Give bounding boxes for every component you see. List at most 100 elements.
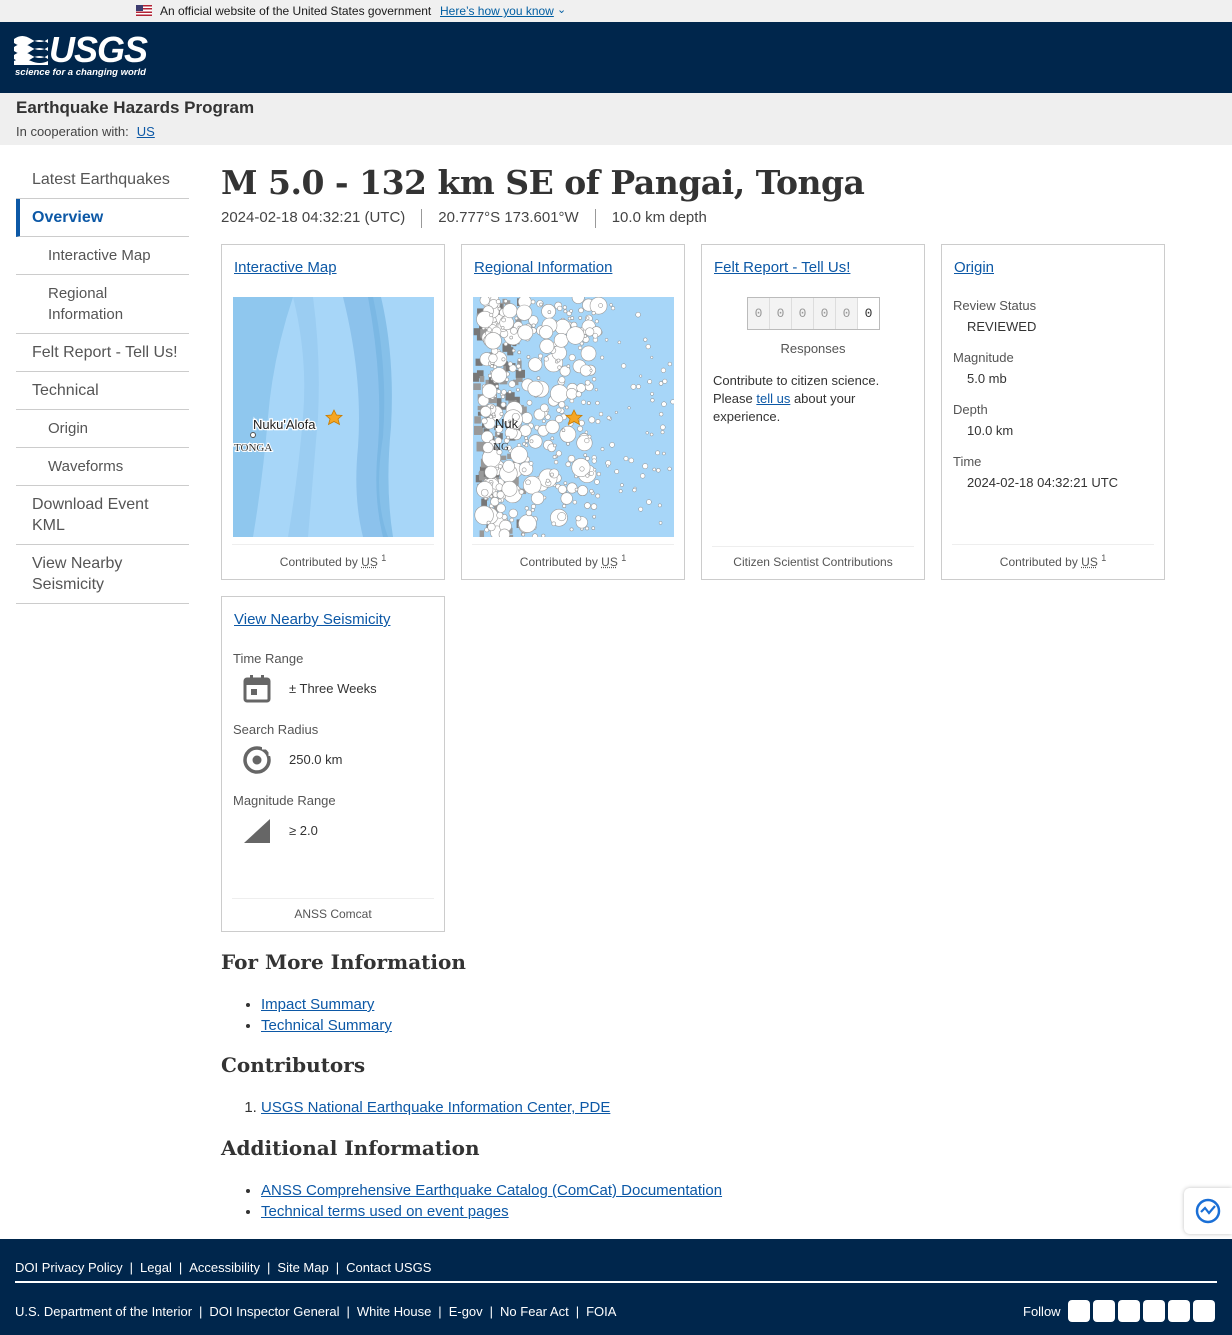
cooperation-link[interactable]: US — [137, 124, 155, 139]
site-footer: DOI Privacy Policy | Legal | Accessibility | S… — [0, 1239, 1232, 1335]
time-value: 2024-02-18 04:32:21 UTC — [967, 475, 1119, 490]
flickr-icon[interactable] — [1143, 1300, 1165, 1322]
sidebar-item-regional-information[interactable]: Regional Information — [16, 275, 189, 334]
card-nearby-seismicity-link[interactable]: View Nearby Seismicity — [234, 611, 390, 628]
card-regional-information: Regional Information Nuk NG Contributed … — [461, 244, 685, 580]
additional-info-list: ANSS Comprehensive Earthquake Catalog (C… — [221, 1180, 722, 1222]
footer-link-site-map[interactable]: Site Map — [277, 1260, 328, 1275]
review-status-label: Review Status — [953, 298, 1037, 313]
map-city-label: Nuku'Alofa — [253, 417, 316, 432]
card-footer: Contributed by US 1 — [952, 544, 1154, 569]
usgs-logo[interactable]: USGS science for a changing world — [14, 29, 148, 81]
sidebar-item-overview[interactable]: Overview — [16, 199, 189, 237]
technical-summary-link[interactable]: Technical Summary — [261, 1017, 392, 1034]
event-time: 2024-02-18 04:32:21 (UTC) — [221, 209, 406, 227]
time-label: Time — [953, 454, 982, 469]
regional-map-graphic: Nuk NG — [473, 297, 674, 537]
time-range-label: Time Range — [233, 651, 303, 666]
footer-link-accessibility[interactable]: Accessibility — [189, 1260, 260, 1275]
footer-link-doi[interactable]: U.S. Department of the Interior — [15, 1304, 192, 1319]
sidebar-item-download-kml[interactable]: Download Event KML — [16, 486, 189, 545]
contributors-list: USGS National Earthquake Information Cen… — [221, 1097, 610, 1118]
footer-link-privacy[interactable]: DOI Privacy Policy — [15, 1260, 123, 1275]
chevron-down-icon[interactable]: ⌄ — [557, 3, 566, 16]
gov-banner-link[interactable]: Here’s how you know — [440, 4, 554, 18]
magnitude-value: 5.0 mb — [967, 371, 1007, 386]
comcat-docs-link[interactable]: ANSS Comprehensive Earthquake Catalog (C… — [261, 1182, 722, 1199]
card-interactive-map-link[interactable]: Interactive Map — [234, 259, 337, 276]
sidebar-item-interactive-map[interactable]: Interactive Map — [16, 237, 189, 275]
list-item: ANSS Comprehensive Earthquake Catalog (C… — [261, 1180, 722, 1201]
event-location: 20.777°S 173.601°W — [438, 209, 579, 227]
card-regional-information-link[interactable]: Regional Information — [474, 259, 612, 276]
gov-banner: An official website of the United States… — [0, 0, 1232, 22]
search-radius-value: 250.0 km — [289, 752, 343, 767]
contributor-link[interactable]: USGS National Earthquake Information Cen… — [261, 1099, 610, 1116]
footer-divider — [15, 1281, 1217, 1283]
map-graphic: Nuku'Alofa TONGA — [233, 297, 434, 537]
regional-map-thumbnail[interactable]: Nuk NG — [473, 297, 674, 537]
card-felt-report: Felt Report - Tell Us! 0 0 0 0 0 0 Respo… — [701, 244, 925, 580]
youtube-icon[interactable] — [1168, 1300, 1190, 1322]
contributed-label: Contributed by — [999, 555, 1078, 569]
footer-link-contact[interactable]: Contact USGS — [346, 1260, 431, 1275]
card-origin: Origin Review Status REVIEWED Magnitude … — [941, 244, 1165, 580]
sidebar-item-technical[interactable]: Technical — [16, 372, 189, 410]
accessibility-widget-button[interactable] — [1184, 1188, 1232, 1234]
event-meta: 2024-02-18 04:32:21 (UTC) 20.777°S 173.60… — [221, 209, 707, 228]
sidebar-item-waveforms[interactable]: Waveforms — [16, 448, 189, 486]
footer-link-inspector-general[interactable]: DOI Inspector General — [209, 1304, 339, 1319]
card-footer: Citizen Scientist Contributions — [712, 546, 914, 569]
page-title: M 5.0 - 132 km SE of Pangai, Tonga — [221, 163, 865, 202]
search-radius-label: Search Radius — [233, 722, 318, 737]
footer-link-legal[interactable]: Legal — [140, 1260, 172, 1275]
felt-description: Contribute to citizen science. Please te… — [713, 372, 893, 426]
sidebar-item-latest-earthquakes[interactable]: Latest Earthquakes — [16, 161, 189, 199]
sidebar-item-origin[interactable]: Origin — [16, 410, 189, 448]
footer-separator: | — [267, 1260, 271, 1275]
twitter-icon[interactable] — [1068, 1300, 1090, 1322]
counter-digit: 0 — [748, 298, 770, 329]
technical-terms-link[interactable]: Technical terms used on event pages — [261, 1203, 509, 1220]
github-icon[interactable] — [1118, 1300, 1140, 1322]
magnitude-ramp-icon — [244, 819, 270, 843]
tell-us-link[interactable]: tell us — [756, 391, 790, 406]
counter-digit: 0 — [814, 298, 836, 329]
interactive-map-thumbnail[interactable]: Nuku'Alofa TONGA — [233, 297, 434, 537]
footer-separator: | — [575, 1304, 580, 1319]
contributor-abbr: US — [1081, 555, 1098, 569]
counter-digit: 0 — [836, 298, 858, 329]
usgs-waves-icon — [14, 36, 48, 65]
cooperation-line: In cooperation with: US — [16, 124, 155, 139]
facebook-icon[interactable] — [1093, 1300, 1115, 1322]
footer-link-egov[interactable]: E-gov — [449, 1304, 483, 1319]
footer-link-foia[interactable]: FOIA — [586, 1304, 616, 1319]
additional-info-heading: Additional Information — [221, 1136, 480, 1160]
footer-separator: | — [129, 1260, 134, 1275]
responses-label: Responses — [780, 341, 846, 356]
counter-digit: 0 — [858, 298, 879, 329]
footer-link-no-fear[interactable]: No Fear Act — [500, 1304, 569, 1319]
footer-separator: | — [346, 1304, 350, 1319]
sidebar-item-nearby-seismicity[interactable]: View Nearby Seismicity — [16, 545, 189, 604]
footer-separator: | — [335, 1260, 340, 1275]
footer-link-white-house[interactable]: White House — [357, 1304, 431, 1319]
us-flag-icon — [136, 5, 152, 16]
card-interactive-map: Interactive Map Nuku'Alofa TONGA Contrib… — [221, 244, 445, 580]
contributed-label: Contributed by — [519, 555, 598, 569]
instagram-icon[interactable] — [1193, 1300, 1215, 1322]
sidebar-item-felt-report[interactable]: Felt Report - Tell Us! — [16, 334, 189, 372]
radius-icon — [243, 746, 272, 774]
card-origin-link[interactable]: Origin — [954, 259, 994, 276]
social-links — [1068, 1300, 1215, 1322]
card-felt-report-link[interactable]: Felt Report - Tell Us! — [714, 259, 850, 276]
meta-divider — [594, 209, 596, 228]
footer-separator: | — [438, 1304, 442, 1319]
time-range-label-text: Time Range — [233, 651, 304, 666]
impact-summary-link[interactable]: Impact Summary — [261, 996, 374, 1013]
magnitude-range-label-text: Magnitude Range — [233, 793, 336, 808]
usgs-logo-tagline: science for a changing world — [15, 67, 146, 78]
magnitude-label: Magnitude — [953, 350, 1014, 365]
list-item: USGS National Earthquake Information Cen… — [261, 1097, 610, 1118]
depth-label: Depth — [953, 402, 988, 417]
